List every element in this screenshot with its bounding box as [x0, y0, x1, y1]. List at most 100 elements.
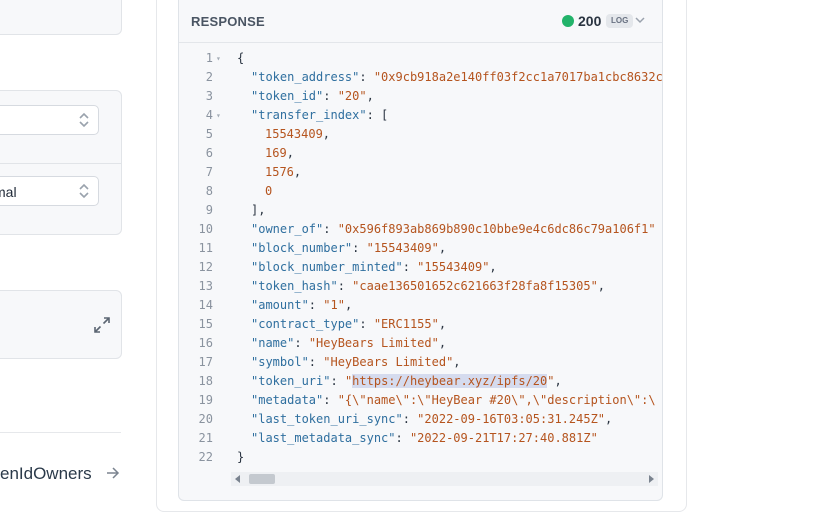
- code-text: {: [237, 49, 244, 68]
- code-text: "block_number": "15543409",: [251, 239, 446, 258]
- json-value: 15543409: [265, 127, 323, 141]
- line-number: 22: [198, 450, 213, 464]
- json-key: "owner_of": [251, 222, 324, 236]
- code-text: "contract_type": "ERC1155",: [251, 315, 446, 334]
- code-line: 19 "metadata": "{\"name\":\"HeyBear #20\"…: [179, 391, 662, 410]
- line-number: 13: [198, 279, 213, 293]
- json-value: "2022-09-16T03:05:31.245Z": [417, 412, 606, 426]
- json-key: "amount": [251, 298, 309, 312]
- json-value: "HeyBears Limited": [308, 336, 439, 350]
- json-punctuation: :: [402, 412, 418, 426]
- line-number: 9: [205, 203, 213, 217]
- select-bottom[interactable]: mal: [0, 176, 99, 206]
- json-value: "20": [337, 89, 367, 103]
- code-line: 16 "name": "HeyBears Limited",: [179, 334, 662, 353]
- line-number: 3: [205, 89, 213, 103]
- json-punctuation: ,: [344, 298, 353, 312]
- json-punctuation: :: [308, 355, 324, 369]
- scroll-left-icon[interactable]: [235, 475, 240, 483]
- body-box: [0, 290, 122, 359]
- code-text: "token_address": "0x9cb918a2e140ff03f2cc…: [251, 68, 663, 87]
- code-line: 18 "token_uri": "https://heybear.xyz/ipfs…: [179, 372, 662, 391]
- code-line: 9],: [179, 201, 662, 220]
- json-value: "15543409": [366, 241, 439, 255]
- line-number: 10: [198, 222, 213, 236]
- json-punctuation: :: [330, 374, 345, 388]
- json-punctuation: ,: [554, 374, 562, 388]
- json-value: "{\"name\":\"HeyBear #20\",\"description…: [337, 393, 656, 407]
- line-number: 7: [205, 165, 213, 179]
- line-number: 12: [198, 260, 213, 274]
- code-line: 1 ▾ {: [179, 49, 662, 68]
- json-value[interactable]: https://heybear.xyz/ipfs/20: [352, 374, 548, 388]
- horizontal-scrollbar[interactable]: [231, 472, 658, 486]
- status-code: 200: [578, 13, 602, 29]
- line-number: 15: [198, 317, 213, 331]
- json-punctuation: :: [359, 70, 374, 84]
- scrollbar-thumb[interactable]: [249, 474, 275, 484]
- json-punctuation: :: [337, 279, 353, 293]
- select-bottom-value: mal: [0, 184, 17, 200]
- code-text: "token_hash": "caae136501652c621663f28fa…: [251, 277, 605, 296]
- json-key: "block_number": [251, 241, 353, 255]
- code-line: 20 "last_token_uri_sync": "2022-09-16T03:…: [179, 410, 662, 429]
- code-text: }: [237, 448, 244, 467]
- json-key: "metadata": [251, 393, 324, 407]
- select-top[interactable]: [0, 105, 99, 135]
- code-line: 10 "owner_of": "0x596f893ab869b890c10bbe9…: [179, 220, 662, 239]
- code-text: "name": "HeyBears Limited",: [251, 334, 446, 353]
- fold-toggle-icon[interactable]: ▾: [216, 106, 221, 125]
- code-text: 0: [265, 182, 272, 201]
- json-key: "token_address": [251, 70, 360, 84]
- json-key: "symbol": [251, 355, 309, 369]
- code-line: 13 "token_hash": "caae136501652c621663f28…: [179, 277, 662, 296]
- code-text: "block_number_minted": "15543409",: [251, 258, 497, 277]
- code-line: 2 "token_address": "0x9cb918a2e140ff03f2c…: [179, 68, 662, 87]
- json-value: "2022-09-21T17:27:40.881Z": [409, 431, 598, 445]
- json-punctuation: :: [294, 336, 309, 350]
- json-punctuation: {: [237, 51, 245, 65]
- chevron-down-icon[interactable]: [634, 14, 646, 26]
- expand-icon[interactable]: [93, 316, 111, 334]
- json-punctuation: ,: [438, 241, 447, 255]
- json-key: "block_number_minted": [251, 260, 403, 274]
- response-title: RESPONSE: [191, 14, 265, 29]
- json-key: "token_id": [251, 89, 324, 103]
- json-value: 169: [265, 146, 287, 160]
- line-number: 6: [205, 146, 213, 160]
- json-key: "name": [251, 336, 295, 350]
- json-punctuation: ,: [438, 336, 447, 350]
- json-punctuation: :: [402, 260, 418, 274]
- scroll-right-icon[interactable]: [649, 475, 654, 483]
- code-line: 11 "block_number": "15543409",: [179, 239, 662, 258]
- code-line: 15 "contract_type": "ERC1155",: [179, 315, 662, 334]
- json-punctuation: }: [237, 450, 245, 464]
- code-line: 7 1576,: [179, 163, 662, 182]
- json-punctuation: :: [323, 222, 338, 236]
- arrow-right-icon[interactable]: [105, 465, 121, 481]
- fold-toggle-icon[interactable]: ▾: [216, 49, 221, 68]
- json-punctuation: :: [323, 393, 338, 407]
- json-value: "0x596f893ab869b890c10bbe9e4c6dc86c79a10…: [337, 222, 656, 236]
- json-value: "ERC1155": [373, 317, 439, 331]
- json-punctuation: ,: [366, 89, 374, 103]
- code-line: 5 15543409,: [179, 125, 662, 144]
- code-text: "symbol": "HeyBears Limited",: [251, 353, 461, 372]
- line-number: 11: [198, 241, 213, 255]
- json-key: "token_uri": [251, 374, 331, 388]
- json-punctuation: ,: [438, 317, 447, 331]
- next-endpoint-link[interactable]: enIdOwners: [0, 464, 92, 484]
- line-number: 21: [198, 431, 213, 445]
- json-punctuation: ,: [489, 260, 497, 274]
- select-group: mal: [0, 90, 122, 235]
- json-value: "0x9cb918a2e140ff03f2cc1a7017ba1cbc8632c: [373, 70, 663, 84]
- json-key: "transfer_index": [251, 108, 367, 122]
- json-value: "caae136501652c621663f28fa8f15305": [352, 279, 598, 293]
- log-badge[interactable]: LOG: [606, 14, 634, 28]
- code-text: 169,: [265, 144, 294, 163]
- code-text: ],: [251, 201, 265, 220]
- code-text: "last_token_uri_sync": "2022-09-16T03:05…: [251, 410, 612, 429]
- top-field-box: [0, 0, 122, 35]
- code-text: "owner_of": "0x596f893ab869b890c10bbe9e4…: [251, 220, 656, 239]
- line-number: 2: [205, 70, 213, 84]
